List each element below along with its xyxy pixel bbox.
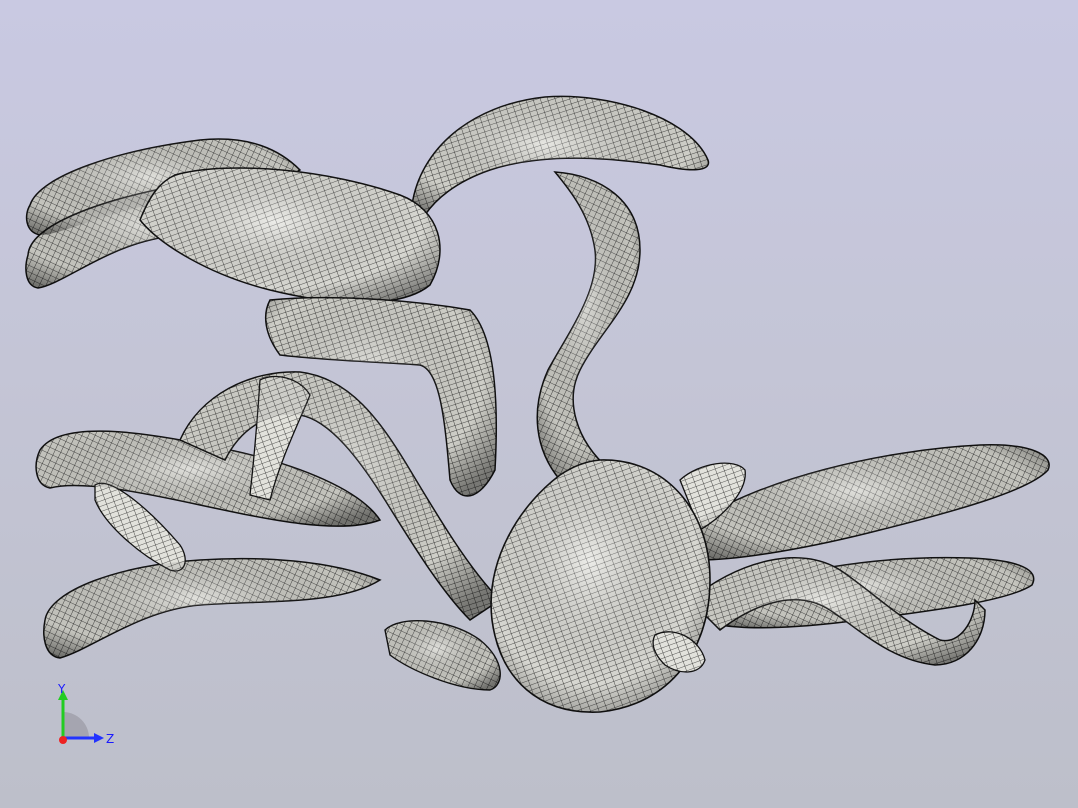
z-axis-arrow xyxy=(94,733,104,743)
y-axis-label: Y xyxy=(57,684,66,696)
lower-left-lobes xyxy=(35,430,382,659)
axis-triad: Y Z xyxy=(57,684,114,746)
triad-plane xyxy=(63,712,89,738)
z-axis-label: Z xyxy=(106,732,114,746)
3d-viewport[interactable]: Y Z xyxy=(0,0,1078,808)
x-axis-dot xyxy=(59,736,67,744)
s-tentacle xyxy=(536,171,641,481)
mesh-model[interactable] xyxy=(0,0,1078,808)
upper-horn xyxy=(411,95,710,217)
upper-bulb xyxy=(139,167,441,304)
central-sphere xyxy=(490,459,711,713)
